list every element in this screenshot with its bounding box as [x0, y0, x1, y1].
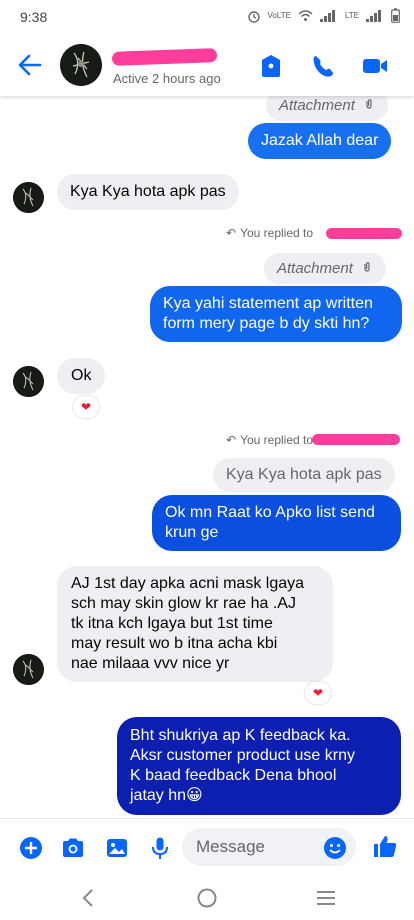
- nav-back-icon[interactable]: [76, 885, 102, 911]
- back-arrow-icon[interactable]: [14, 50, 46, 80]
- heart-reaction-icon[interactable]: ❤: [73, 396, 99, 418]
- avatar-art-icon: [13, 182, 44, 213]
- attachment-label: Attachment: [277, 260, 353, 277]
- reply-arrow-icon: ↶: [226, 226, 237, 240]
- attachment-preview[interactable]: Attachment: [264, 253, 387, 284]
- message-text-line: may result wo b itna acha kbi: [71, 635, 278, 652]
- nav-home-icon[interactable]: [194, 885, 220, 911]
- message-list[interactable]: Attachment Jazak Allah dear Kya Kya hota…: [0, 96, 414, 818]
- attachment-label: Attachment: [279, 97, 355, 114]
- chat-header: Active 2 hours ago: [0, 34, 414, 96]
- message-text: Jazak Allah dear: [261, 132, 379, 149]
- message-text-line: Aksr customer product use krny: [130, 747, 355, 764]
- plus-circle-icon[interactable]: [18, 835, 44, 861]
- emoji-icon[interactable]: [322, 835, 348, 861]
- signal-icon-2: [366, 9, 384, 22]
- redacted-name: [326, 228, 402, 239]
- nav-menu-icon[interactable]: [313, 885, 339, 911]
- message-bubble-outgoing[interactable]: Bht shukriya ap K feedback ka. Aksr cust…: [117, 717, 401, 815]
- phone-icon[interactable]: [308, 51, 338, 81]
- battery-icon: [391, 8, 400, 23]
- avatar-art-icon: [60, 44, 102, 86]
- contact-avatar-small[interactable]: [13, 182, 44, 213]
- avatar-art-icon: [13, 654, 44, 685]
- message-text-line: K baad feedback Dena bhool: [130, 767, 337, 784]
- contact-avatar-small[interactable]: [13, 366, 44, 397]
- reply-label: You replied to: [240, 226, 314, 240]
- message-bubble-incoming[interactable]: AJ 1st day apka acni mask lgaya sch may …: [57, 566, 333, 682]
- paperclip-icon: [364, 262, 370, 272]
- wifi-icon: [298, 10, 313, 21]
- system-navigation-bar: [0, 876, 414, 920]
- paperclip-icon: [366, 99, 372, 109]
- message-text-line: jatay hn😀: [130, 787, 203, 804]
- status-time: 9:38: [20, 9, 48, 25]
- camera-icon[interactable]: [60, 835, 86, 861]
- reply-label: You replied to: [240, 433, 314, 447]
- message-text-line: Kya yahi statement ap written: [163, 295, 373, 312]
- lte-label: LTE: [344, 11, 359, 20]
- message-text-line: Ok mn Raat ko Apko list send: [165, 504, 375, 521]
- message-bubble-incoming[interactable]: Kya Kya hota apk pas: [57, 174, 239, 210]
- reply-indicator: ↶ You replied to: [226, 226, 313, 240]
- redacted-contact-name: [111, 48, 218, 66]
- thumbs-up-icon[interactable]: [372, 833, 398, 859]
- avatar-art-icon: [13, 366, 44, 397]
- video-call-icon[interactable]: [360, 51, 390, 81]
- status-icons: VoLTE LTE: [247, 8, 401, 23]
- attachment-preview[interactable]: Attachment: [266, 96, 389, 121]
- shield-icon[interactable]: [256, 51, 286, 81]
- signal-icon: [319, 9, 338, 22]
- alarm-icon: [247, 10, 260, 23]
- message-bubble-outgoing[interactable]: Jazak Allah dear: [248, 123, 392, 159]
- heart-reaction-icon[interactable]: ❤: [305, 682, 331, 704]
- message-text: Kya Kya hota apk pas: [70, 183, 226, 200]
- reply-indicator: ↶ You replied to: [226, 433, 313, 447]
- quoted-text: Kya Kya hota apk pas: [226, 466, 382, 483]
- status-bar: 9:38 VoLTE LTE: [0, 0, 414, 34]
- message-text-line: tk itna kch lgaya but 1st time: [71, 615, 273, 632]
- redacted-name: [312, 434, 400, 445]
- contact-avatar[interactable]: [60, 44, 102, 86]
- reply-arrow-icon: ↶: [226, 433, 237, 447]
- gallery-icon[interactable]: [104, 835, 130, 861]
- wifi-label: VoLTE: [267, 11, 291, 20]
- message-text-line: form mery page b dy skti hn?: [163, 315, 370, 332]
- message-bubble-incoming[interactable]: Ok: [57, 358, 106, 394]
- contact-avatar-small[interactable]: [13, 654, 44, 685]
- message-text-line: nae milaaa vvv nice yr: [71, 655, 230, 672]
- quoted-message[interactable]: Kya Kya hota apk pas: [213, 458, 395, 492]
- message-text-line: sch may skin glow kr rae ha .AJ: [71, 595, 296, 612]
- microphone-icon[interactable]: [147, 835, 173, 861]
- message-text-line: krun ge: [165, 524, 219, 541]
- message-composer: [0, 818, 414, 876]
- active-status: Active 2 hours ago: [113, 71, 221, 86]
- message-text: Ok: [71, 367, 92, 384]
- message-bubble-outgoing[interactable]: Ok mn Raat ko Apko list send krun ge: [152, 495, 401, 551]
- message-text-line: AJ 1st day apka acni mask lgaya: [71, 575, 305, 592]
- message-bubble-outgoing[interactable]: Kya yahi statement ap written form mery …: [150, 286, 402, 342]
- message-text-line: Bht shukriya ap K feedback ka.: [130, 727, 351, 744]
